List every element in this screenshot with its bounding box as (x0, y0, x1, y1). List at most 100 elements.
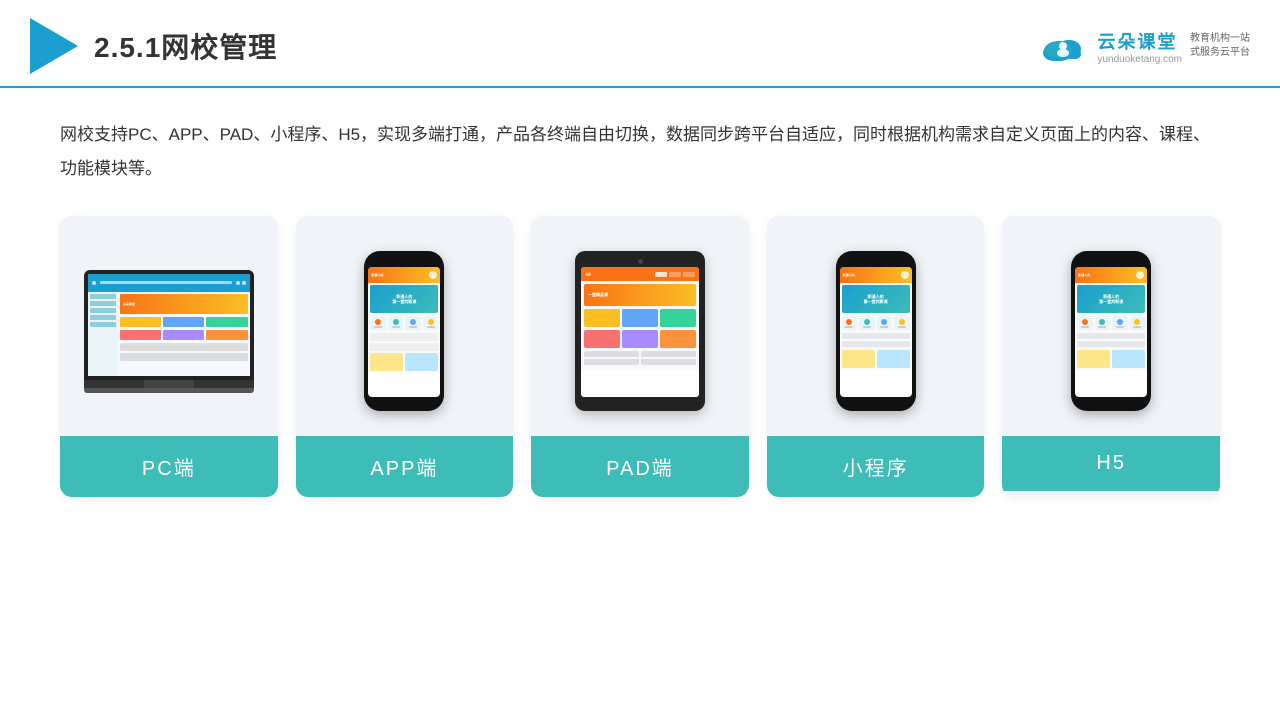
miniapp-course1 (842, 350, 875, 368)
pad-banner-text: 一堂精品课 (588, 292, 608, 298)
h5-circle3 (1117, 319, 1123, 325)
cloud-logo-icon (1037, 29, 1089, 63)
pad-tablet-mockup: 云朵 一堂精品课 (575, 251, 705, 411)
brand-top: 云朵课堂 yunduoketang.com 教育机构一站式服务云平台 (1037, 28, 1250, 65)
pad-list-row (584, 351, 696, 367)
pc-hero-text: 云朵课堂 (123, 302, 135, 306)
miniapp-screen: 职通人的 职通人的第一堂判断课 (840, 267, 912, 397)
h5-phone-mockup: 职通人的 职通人的第一堂判断课 (1071, 251, 1151, 411)
brand-text-block: 云朵课堂 yunduoketang.com (1097, 28, 1182, 65)
app-avatar (429, 271, 437, 279)
app-list1 (370, 333, 438, 341)
miniapp-header-text: 职通人的 (843, 273, 899, 277)
miniapp-circle3 (881, 319, 887, 325)
miniapp-content: 职通人的第一堂判断课 (840, 283, 912, 370)
h5-circle1 (1082, 319, 1088, 325)
app-screen-header: 职通人的 (368, 267, 440, 283)
miniapp-card: 职通人的 职通人的第一堂判断课 (767, 216, 985, 497)
app-icon-circle1 (375, 319, 381, 325)
app-icon2 (388, 316, 404, 330)
pc-hero-banner: 云朵课堂 (120, 294, 248, 314)
pc-nav-search (100, 281, 232, 284)
app-icon-label1 (374, 326, 382, 328)
miniapp-phone-mockup: 职通人的 职通人的第一堂判断课 (836, 251, 916, 411)
pad-screen: 云朵 一堂精品课 (581, 267, 699, 397)
pc-mini-card2 (163, 317, 204, 327)
miniapp-circle1 (846, 319, 852, 325)
miniapp-label4 (898, 326, 906, 328)
h5-label: H5 (1002, 436, 1220, 491)
miniapp-circle4 (899, 319, 905, 325)
pad-tab2 (669, 272, 681, 277)
miniapp-text1 (842, 333, 910, 339)
h5-circle4 (1134, 319, 1140, 325)
app-icon-label4 (427, 326, 435, 328)
h5-text1 (1077, 333, 1145, 339)
page-header: 2.5.1网校管理 云朵课堂 yunduoketang.com 教育机构一站式服… (0, 0, 1280, 88)
pc-foot (84, 388, 254, 393)
app-icon-circle4 (428, 319, 434, 325)
pc-mini-card4 (120, 330, 161, 340)
h5-icon3 (1112, 316, 1128, 330)
pad-list-item1 (584, 351, 639, 357)
miniapp-icon2 (859, 316, 875, 330)
pad-tab3 (683, 272, 695, 277)
pc-mini-card3 (206, 317, 247, 327)
pc-mini-card5 (163, 330, 204, 340)
pad-camera (638, 259, 643, 264)
h5-banner-text: 职通人的第一堂判断课 (1099, 294, 1123, 304)
miniapp-label1 (845, 326, 853, 328)
pad-card2 (622, 309, 658, 327)
h5-ilabel1 (1081, 326, 1089, 328)
app-header-text: 职通人的 (371, 273, 427, 277)
pad-list-item4 (641, 359, 696, 365)
pc-card: 云朵课堂 (60, 216, 278, 497)
pc-text-row2 (120, 353, 248, 361)
app-course-row (370, 353, 438, 371)
app-icon1 (370, 316, 386, 330)
pad-card4 (584, 330, 620, 348)
h5-icon1 (1077, 316, 1093, 330)
miniapp-icons-row (842, 316, 910, 330)
h5-notch (1099, 259, 1123, 264)
h5-ilabel3 (1116, 326, 1124, 328)
miniapp-notch (864, 259, 888, 264)
pc-cards-row2 (120, 330, 248, 340)
pc-base (84, 380, 254, 388)
h5-icon4 (1130, 316, 1146, 330)
pc-mini-card6 (206, 330, 247, 340)
pc-sidebar-item3 (90, 308, 116, 313)
miniapp-label3 (880, 326, 888, 328)
miniapp-image-area: 职通人的 职通人的第一堂判断课 (767, 216, 985, 436)
pc-nav-icon1 (236, 281, 240, 285)
miniapp-label2 (863, 326, 871, 328)
pad-list-col1 (584, 351, 639, 367)
h5-course1 (1077, 350, 1110, 368)
miniapp-label: 小程序 (767, 436, 985, 497)
h5-screen: 职通人的 职通人的第一堂判断课 (1075, 267, 1147, 397)
app-icon3 (405, 316, 421, 330)
pad-list-col2 (641, 351, 696, 367)
pc-nav-icon2 (242, 281, 246, 285)
h5-banner: 职通人的第一堂判断课 (1077, 285, 1145, 313)
app-icon-circle3 (410, 319, 416, 325)
pad-card3 (660, 309, 696, 327)
h5-course-row (1077, 350, 1145, 368)
pc-sidebar-item1 (90, 294, 116, 299)
miniapp-banner-text: 职通人的第一堂判断课 (864, 294, 888, 304)
pc-nav-logo (92, 281, 96, 285)
pad-nav-tabs (655, 272, 695, 277)
brand-tagline: 教育机构一站式服务云平台 (1190, 32, 1250, 60)
miniapp-icon4 (894, 316, 910, 330)
app-course2 (405, 353, 438, 371)
h5-avatar (1136, 271, 1144, 279)
h5-card: 职通人的 职通人的第一堂判断课 (1002, 216, 1220, 497)
header-left: 2.5.1网校管理 (30, 18, 277, 74)
pad-card: 云朵 一堂精品课 (531, 216, 749, 497)
pad-nav-text: 云朵 (585, 272, 591, 276)
miniapp-icon3 (877, 316, 893, 330)
description-text: 网校支持PC、APP、PAD、小程序、H5，实现多端打通，产品各终端自由切换，数… (60, 118, 1220, 186)
pc-mini-card1 (120, 317, 161, 327)
pc-sidebar-item4 (90, 315, 116, 320)
app-icon-label2 (392, 326, 400, 328)
